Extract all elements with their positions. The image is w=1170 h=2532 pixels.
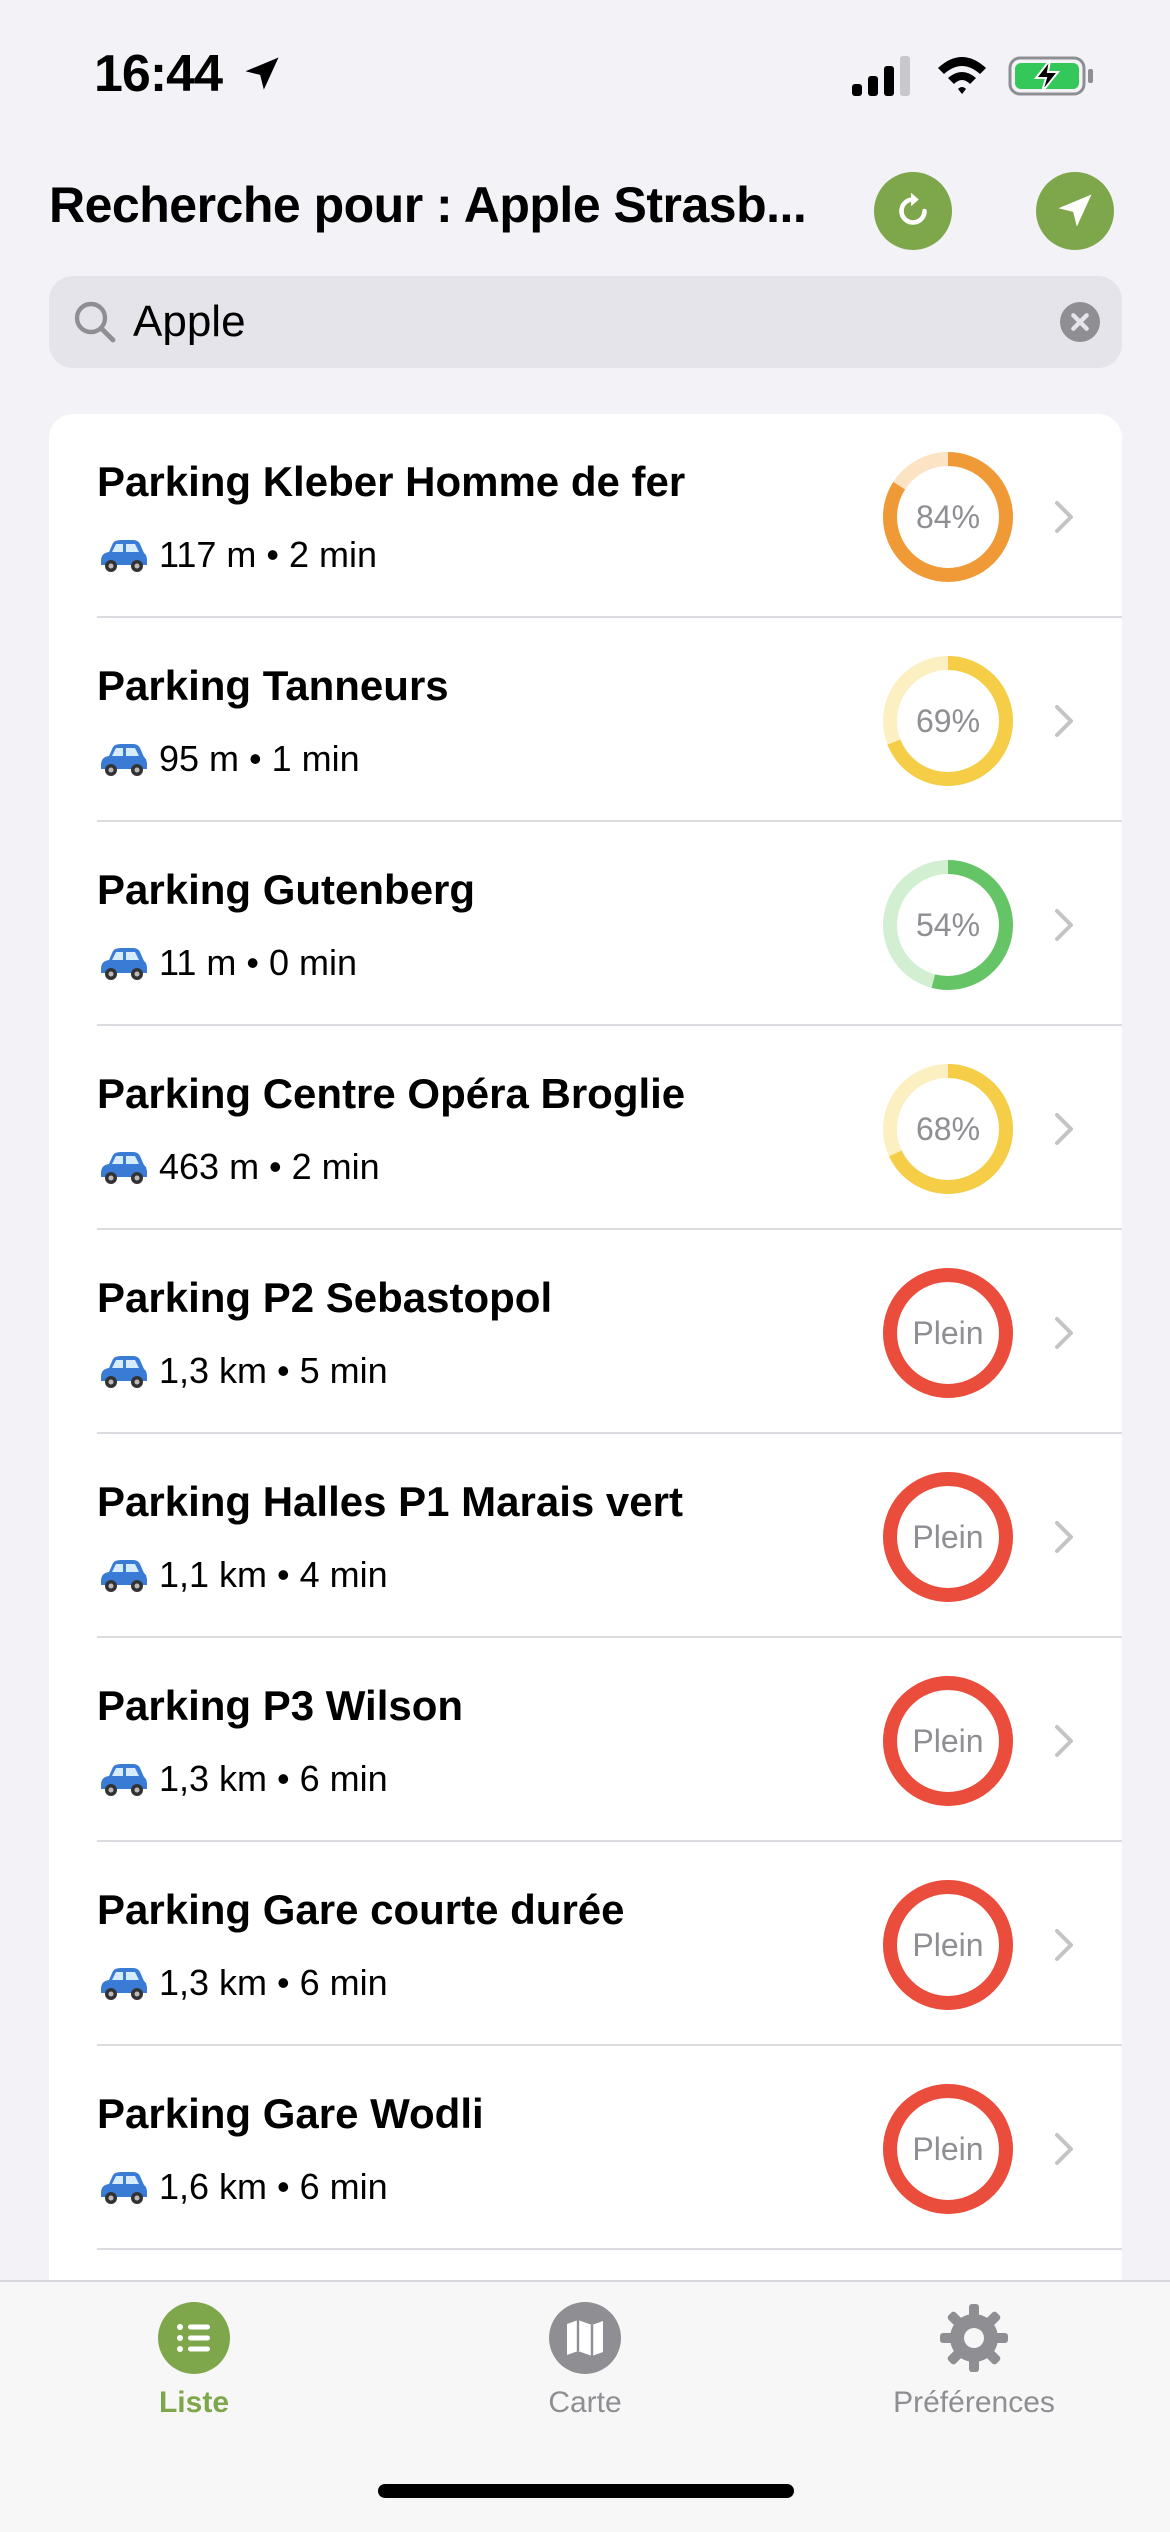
occupancy-label: Plein — [912, 1518, 984, 1555]
occupancy-label: Plein — [912, 1314, 984, 1351]
status-bar: 16:44 — [0, 0, 1170, 150]
search-bar — [49, 276, 1122, 368]
tab-carte[interactable]: Carte — [455, 2302, 715, 2452]
occupancy-label: 84% — [915, 498, 981, 535]
car-icon — [101, 1968, 147, 2000]
parking-distance-time: 1,3 km • 6 min — [159, 1758, 388, 1799]
chevron-right-icon — [1055, 705, 1073, 737]
parking-distance-time: 1,3 km • 5 min — [159, 1350, 388, 1391]
parking-name: Parking Tanneurs — [97, 662, 449, 709]
parking-list: Parking Kleber Homme de fer 117 m • 2 mi… — [49, 414, 1122, 2314]
car-icon — [101, 1152, 147, 1184]
parking-info: 11 m • 0 min — [97, 938, 357, 988]
tab-label: Liste — [158, 2386, 230, 2419]
parking-info: 95 m • 1 min — [97, 734, 360, 784]
chevron-right-icon — [1055, 501, 1073, 533]
parking-row[interactable]: Parking Gare courte durée 1,3 km • 6 min… — [49, 1842, 1122, 2046]
parking-row[interactable]: Parking Gutenberg 11 m • 0 min 54% — [49, 822, 1122, 1026]
parking-info: 1,6 km • 6 min — [97, 2162, 388, 2212]
home-indicator — [378, 2484, 794, 2498]
car-icon — [101, 948, 147, 980]
clear-icon[interactable] — [1060, 302, 1100, 342]
parking-row[interactable]: Parking Tanneurs 95 m • 1 min 69% — [49, 618, 1122, 822]
chevron-right-icon — [1055, 1929, 1073, 1961]
parking-row[interactable]: Parking Kleber Homme de fer 117 m • 2 mi… — [49, 414, 1122, 618]
occupancy-label: 68% — [915, 1110, 981, 1147]
car-icon — [101, 540, 147, 572]
refresh-button[interactable] — [874, 172, 952, 250]
car-icon — [101, 1356, 147, 1388]
search-input[interactable] — [133, 276, 1033, 368]
parking-distance-time: 117 m • 2 min — [159, 534, 378, 575]
parking-distance-time: 463 m • 2 min — [159, 1146, 380, 1187]
parking-row[interactable]: Parking P2 Sebastopol 1,3 km • 5 min Ple… — [49, 1230, 1122, 1434]
parking-name: Parking Centre Opéra Broglie — [97, 1070, 686, 1117]
status-time: 16:44 — [94, 45, 223, 103]
parking-name: Parking Halles P1 Marais vert — [97, 1478, 683, 1525]
parking-distance-time: 11 m • 0 min — [159, 942, 357, 983]
parking-distance-time: 95 m • 1 min — [159, 738, 360, 779]
parking-distance-time: 1,1 km • 4 min — [159, 1554, 388, 1595]
tab-label: Carte — [548, 2386, 622, 2419]
parking-info: 1,3 km • 6 min — [97, 1754, 388, 1804]
parking-row[interactable]: Parking Halles P1 Marais vert 1,1 km • 4… — [49, 1434, 1122, 1638]
list-icon — [158, 2302, 230, 2374]
parking-info: 1,3 km • 6 min — [97, 1958, 388, 2008]
locate-button[interactable] — [1036, 172, 1114, 250]
location-arrow-icon — [1058, 194, 1092, 227]
parking-distance-time: 1,3 km • 6 min — [159, 1962, 388, 2003]
parking-row[interactable]: Parking Centre Opéra Broglie 463 m • 2 m… — [49, 1026, 1122, 1230]
parking-row[interactable]: Parking P3 Wilson 1,3 km • 6 min Plein — [49, 1638, 1122, 1842]
car-icon — [101, 2172, 147, 2204]
parking-info: 1,1 km • 4 min — [97, 1550, 388, 1600]
battery-charging-icon — [1008, 56, 1093, 96]
chevron-right-icon — [1055, 1725, 1073, 1757]
parking-info: 1,3 km • 5 min — [97, 1346, 388, 1396]
car-icon — [101, 1764, 147, 1796]
occupancy-label: 54% — [915, 906, 981, 943]
parking-row[interactable]: Parking Gare Wodli 1,6 km • 6 min Plein — [49, 2046, 1122, 2250]
parking-name: Parking Gare courte durée — [97, 1886, 625, 1933]
car-icon — [101, 1560, 147, 1592]
parking-info: 117 m • 2 min — [97, 530, 377, 580]
parking-name: Parking P3 Wilson — [97, 1682, 464, 1729]
tab-preferences[interactable]: Préférences — [844, 2302, 1104, 2452]
refresh-icon — [899, 192, 927, 225]
chevron-right-icon — [1055, 1521, 1073, 1553]
gear-icon — [940, 2304, 1008, 2372]
parking-name: Parking P2 Sebastopol — [97, 1274, 553, 1321]
car-icon — [101, 744, 147, 776]
occupancy-label: Plein — [912, 1722, 984, 1759]
tab-liste[interactable]: Liste — [64, 2302, 324, 2452]
parking-name: Parking Kleber Homme de fer — [97, 458, 686, 505]
parking-name: Parking Gutenberg — [97, 866, 476, 913]
wifi-icon — [938, 57, 986, 94]
parking-distance-time: 1,6 km • 6 min — [159, 2166, 388, 2207]
page-title: Recherche pour : Apple Strasb... — [49, 177, 807, 233]
parking-info: 463 m • 2 min — [97, 1142, 380, 1192]
occupancy-label: Plein — [912, 1926, 984, 1963]
location-arrow-icon — [245, 57, 279, 90]
tab-label: Préférences — [893, 2386, 1055, 2419]
map-icon — [549, 2302, 621, 2374]
chevron-right-icon — [1055, 2133, 1073, 2165]
occupancy-label: Plein — [912, 2130, 984, 2167]
chevron-right-icon — [1055, 1317, 1073, 1349]
occupancy-label: 69% — [915, 702, 981, 739]
search-icon — [74, 301, 116, 343]
chevron-right-icon — [1055, 1113, 1073, 1145]
signal-icon — [852, 56, 910, 96]
chevron-right-icon — [1055, 909, 1073, 941]
parking-name: Parking Gare Wodli — [97, 2090, 484, 2137]
